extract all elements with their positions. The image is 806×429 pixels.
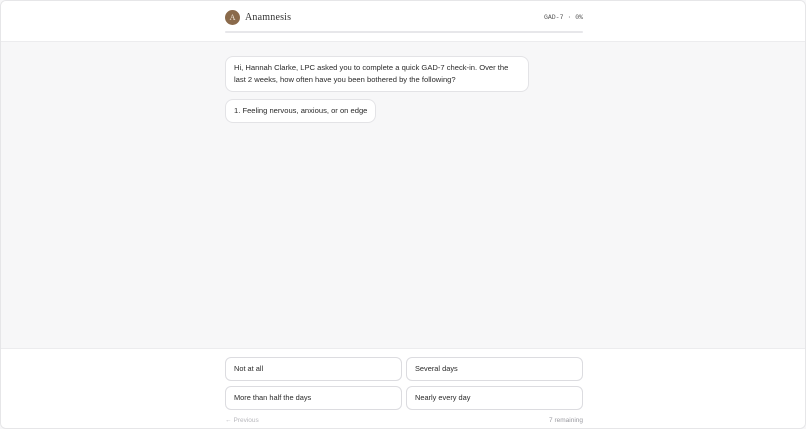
arrow-left-icon: ←	[225, 417, 232, 424]
app-window: A Anamnesis GAD-7 · 0% Hi, Hannah Clarke…	[0, 0, 806, 429]
answer-not-at-all-button[interactable]: Not at all	[225, 357, 402, 381]
progress-label: GAD-7 · 0%	[543, 14, 583, 21]
navigation-row: ← Previous 7 remaining	[225, 416, 583, 426]
header-content: A Anamnesis GAD-7 · 0%	[225, 1, 583, 42]
remaining-count: 7 remaining	[549, 417, 583, 424]
brand-avatar: A	[225, 10, 240, 25]
answer-nearly-every-day-button[interactable]: Nearly every day	[406, 386, 583, 410]
chat-thread: Hi, Hannah Clarke, LPC asked you to comp…	[225, 56, 583, 123]
intro-message: Hi, Hannah Clarke, LPC asked you to comp…	[225, 56, 529, 92]
question-message: 1. Feeling nervous, anxious, or on edge	[225, 99, 377, 123]
answer-several-days-button[interactable]: Several days	[406, 357, 583, 381]
header: A Anamnesis GAD-7 · 0%	[1, 1, 805, 42]
progress-bar	[225, 31, 583, 33]
answer-more-than-half-button[interactable]: More than half the days	[225, 386, 402, 410]
previous-label: Previous	[233, 417, 259, 424]
answer-panel: Not at all Several days More than half t…	[1, 348, 805, 428]
brand-name: Anamnesis	[245, 12, 292, 23]
previous-button[interactable]: ← Previous	[225, 416, 259, 426]
